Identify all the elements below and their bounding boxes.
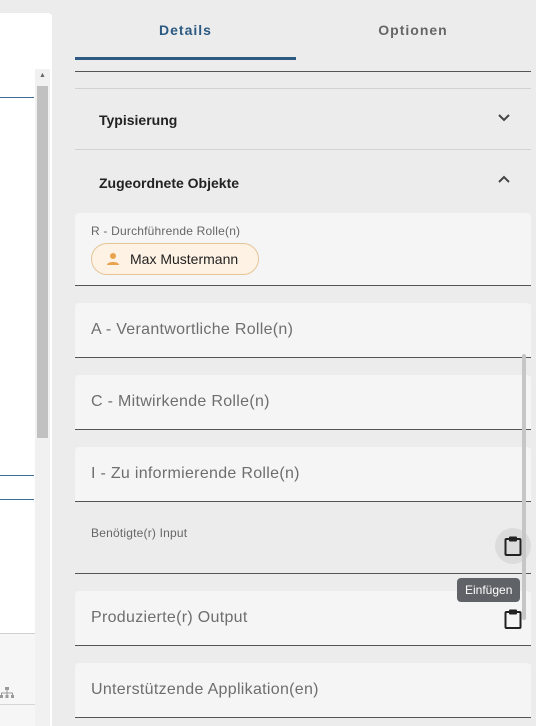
input-field[interactable]: Benötigte(r) Input — [75, 519, 531, 574]
details-content: Typisierung Zugeordnete Objekte R - Durc… — [75, 60, 531, 726]
c-role-field[interactable]: C - Mitwirkende Rolle(n) — [75, 375, 531, 430]
chevron-up-icon[interactable] — [497, 173, 511, 187]
accordion-zugeordnete-objekte[interactable]: Zugeordnete Objekte — [75, 152, 531, 213]
i-role-placeholder: I - Zu informierende Rolle(n) — [91, 465, 300, 482]
right-scrollbar-thumb[interactable] — [522, 354, 526, 620]
tree-structure-icon[interactable] — [0, 687, 14, 699]
r-role-label: R - Durchführende Rolle(n) — [91, 224, 241, 238]
clipboard-icon — [504, 536, 522, 556]
c-role-placeholder: C - Mitwirkende Rolle(n) — [91, 393, 270, 410]
left-divider — [0, 97, 34, 98]
left-divider — [0, 475, 34, 476]
left-scrollbar-thumb[interactable] — [37, 86, 48, 438]
chevron-down-icon[interactable] — [497, 110, 511, 124]
accordion-divider — [75, 149, 531, 150]
i-role-field[interactable]: I - Zu informierende Rolle(n) — [75, 447, 531, 502]
left-bottom-area — [0, 633, 35, 726]
accordion-title: Zugeordnete Objekte — [99, 174, 240, 191]
role-chip[interactable]: Max Mustermann — [91, 243, 260, 275]
application-placeholder: Unterstützende Applikation(en) — [91, 681, 319, 698]
left-scrollbar[interactable]: ▲ — [35, 69, 50, 726]
left-panel: ▲ — [0, 13, 52, 726]
tab-bar: Details Optionen — [75, 0, 530, 60]
left-divider — [0, 704, 35, 705]
paste-tooltip: Einfügen — [457, 578, 521, 602]
accordion-typisierung[interactable]: Typisierung — [75, 89, 531, 150]
a-role-field[interactable]: A - Verantwortliche Rolle(n) — [75, 303, 531, 358]
application-field[interactable]: Unterstützende Applikation(en) — [75, 663, 531, 718]
left-divider — [0, 499, 34, 500]
tab-details[interactable]: Details — [75, 0, 296, 60]
clipboard-icon — [504, 609, 522, 629]
chip-label: Max Mustermann — [130, 251, 239, 267]
input-label: Benötigte(r) Input — [91, 526, 188, 540]
person-icon — [107, 253, 119, 265]
r-role-field[interactable]: R - Durchführende Rolle(n) Max Musterman… — [75, 213, 531, 286]
field-underline — [75, 71, 531, 72]
details-panel: Details Optionen Typisierung Zugeordnete… — [52, 0, 536, 726]
tab-options[interactable]: Optionen — [296, 0, 530, 60]
output-placeholder: Produzierte(r) Output — [91, 609, 248, 626]
scroll-up-icon[interactable]: ▲ — [39, 72, 46, 79]
accordion-title: Typisierung — [99, 111, 178, 128]
a-role-placeholder: A - Verantwortliche Rolle(n) — [91, 321, 294, 338]
